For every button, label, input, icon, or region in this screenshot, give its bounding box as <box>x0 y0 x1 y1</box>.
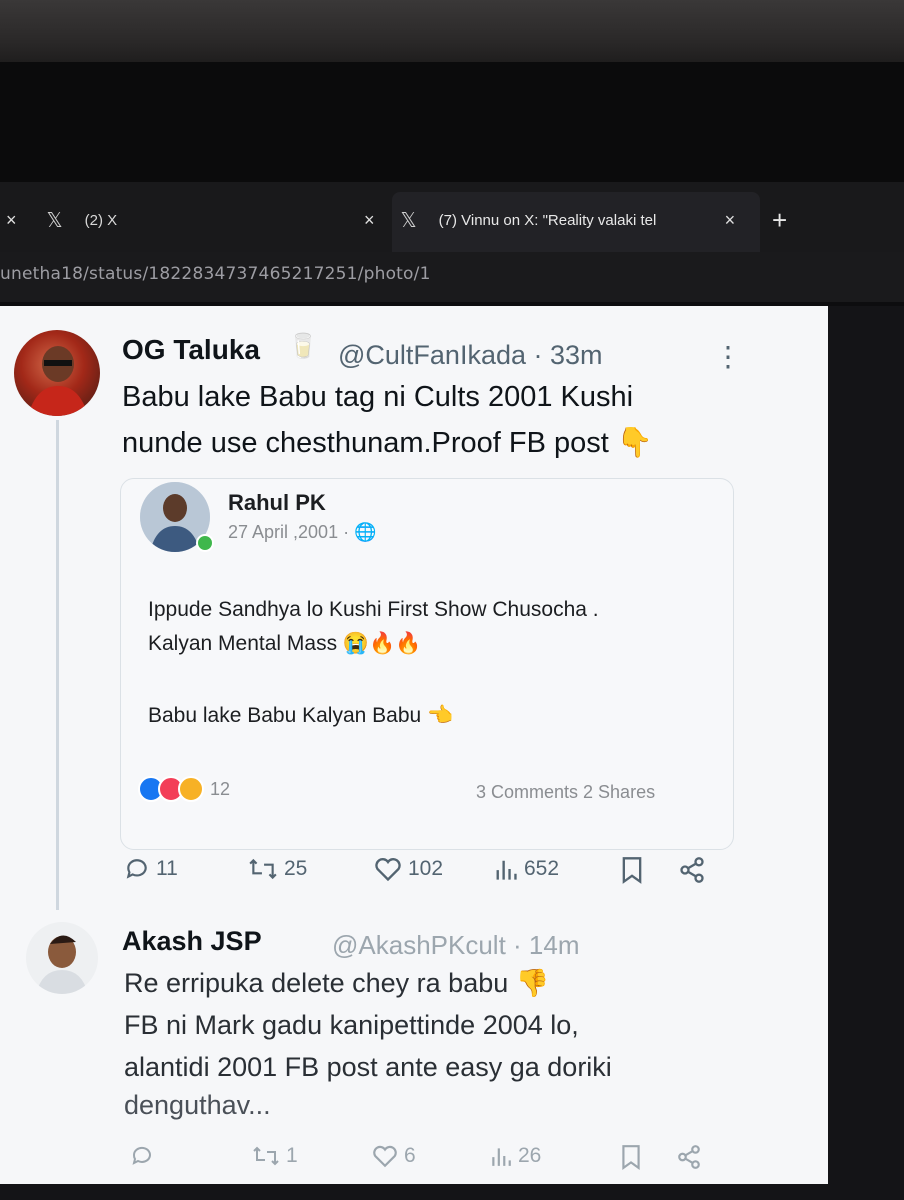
reply-views-button[interactable]: 26 <box>490 1144 541 1168</box>
browser-chrome-top <box>0 62 904 182</box>
heart-icon <box>373 1145 397 1168</box>
avatar-image <box>28 346 88 416</box>
fb-post-line: Kalyan Mental Mass 😭🔥🔥 <box>148 632 422 655</box>
fb-post-date: 27 April ,2001 · 🌐 <box>228 522 377 542</box>
reply-reply-button[interactable] <box>130 1144 160 1168</box>
reply-avatar[interactable] <box>26 922 98 994</box>
fb-reactions: 12 <box>138 776 230 802</box>
tab-title: (7) Vinnu on X: "Reality valaki tel <box>438 211 657 229</box>
more-options-button[interactable]: ⋮ <box>714 340 742 373</box>
fb-post-line: Ippude Sandhya lo Kushi First Show Chuso… <box>148 598 599 621</box>
online-status-dot <box>196 534 214 552</box>
monitor-bezel <box>0 0 904 70</box>
haha-reaction-icon <box>178 776 204 802</box>
tweet-text-line: Babu lake Babu tag ni Cults 2001 Kushi <box>122 381 634 413</box>
fb-post-line: Babu lake Babu Kalyan Babu 👈 <box>148 704 454 727</box>
thread-line <box>56 420 59 910</box>
tab-2[interactable]: × 𝕏 (7) Vinnu on X: "Reality valaki tel … <box>364 200 735 240</box>
new-tab-button[interactable]: + <box>772 200 787 240</box>
repost-icon <box>253 1146 279 1166</box>
views-icon <box>496 860 517 880</box>
bookmark-icon <box>622 857 642 884</box>
reply-icon <box>132 1146 151 1165</box>
tab-close-button[interactable]: × <box>725 210 736 231</box>
views-icon <box>492 1148 511 1166</box>
bookmark-icon <box>622 1145 640 1170</box>
tab-bar: × 𝕏 (2) X × 𝕏 (7) Vinnu on X: "Reality v… <box>0 182 904 252</box>
milk-emoji: 🥛 <box>288 333 318 360</box>
repost-count: 25 <box>284 857 308 880</box>
reply-count: 11 <box>156 857 178 880</box>
reply-icon <box>126 859 147 879</box>
views-count: 26 <box>518 1144 542 1167</box>
bookmark-button[interactable] <box>620 856 650 884</box>
views-count: 652 <box>524 857 560 880</box>
address-url: unetha18/status/1822834737465217251/phot… <box>0 264 431 284</box>
reply-avatar-image <box>36 935 88 994</box>
reply-author-name[interactable]: Akash JSP <box>122 926 262 957</box>
tweet-text-line: nunde use chesthunam.Proof FB post 👇 <box>122 427 654 459</box>
reply-text-line: FB ni Mark gadu kanipettinde 2004 lo, <box>124 1010 579 1040</box>
share-button[interactable] <box>678 856 712 884</box>
repost-button[interactable]: 25 <box>248 856 307 882</box>
avatar[interactable] <box>14 330 100 416</box>
reply-text-line: alantidi 2001 FB post ante easy ga dorik… <box>124 1052 612 1082</box>
views-button[interactable]: 652 <box>494 856 559 882</box>
author-name[interactable]: OG Taluka <box>122 334 260 366</box>
fb-author-name: Rahul PK <box>228 490 326 515</box>
screen-edge <box>828 306 904 1200</box>
like-count: 6 <box>404 1144 416 1167</box>
reply-repost-button[interactable]: 1 <box>252 1144 298 1168</box>
like-button[interactable]: 102 <box>374 856 443 882</box>
share-icon <box>678 1145 700 1169</box>
tab-close-button[interactable]: × <box>6 210 17 231</box>
reply-text-line: denguthav... <box>124 1090 271 1120</box>
tab-1[interactable]: × 𝕏 (2) X <box>6 200 117 240</box>
tab-close-button[interactable]: × <box>364 210 375 231</box>
reply-author-handle[interactable]: @AkashPKcult · 14m <box>332 930 579 961</box>
comments-shares: 3 Comments 2 Shares <box>476 782 656 802</box>
reply-share-button[interactable] <box>676 1144 708 1170</box>
author-handle[interactable]: @CultFanIkada · 33m <box>338 340 603 371</box>
screen-edge-bottom <box>0 1184 828 1200</box>
reply-like-button[interactable]: 6 <box>372 1144 416 1168</box>
reaction-count: 12 <box>210 778 231 799</box>
x-logo-icon: 𝕏 <box>46 208 63 232</box>
x-logo-icon: 𝕏 <box>400 208 417 232</box>
share-icon <box>680 857 704 883</box>
reply-button[interactable]: 11 <box>124 856 178 882</box>
heart-icon <box>375 858 401 882</box>
repost-count: 1 <box>286 1144 298 1167</box>
reply-text-line: Re erripuka delete chey ra babu 👎 <box>124 968 550 998</box>
like-count: 102 <box>408 857 444 880</box>
repost-icon <box>249 858 277 880</box>
reply-bookmark-button[interactable] <box>620 1144 648 1170</box>
address-bar[interactable]: unetha18/status/1822834737465217251/phot… <box>0 252 904 302</box>
tab-title: (2) X <box>84 211 118 229</box>
